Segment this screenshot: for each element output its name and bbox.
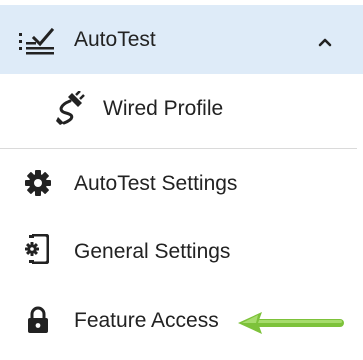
navigation-menu: AutoTest Wired Profile AutoTest Settings… — [0, 0, 363, 360]
menu-item-general-settings-label: General Settings — [74, 240, 231, 263]
menu-item-general-settings[interactable]: General Settings — [0, 216, 363, 286]
gear-icon — [25, 170, 51, 196]
menu-item-autotest-settings[interactable]: AutoTest Settings — [0, 150, 363, 220]
menu-item-wired-profile[interactable]: Wired Profile — [0, 74, 363, 144]
ethernet-cable-icon — [54, 90, 86, 125]
menu-item-wired-profile-label: Wired Profile — [103, 97, 224, 120]
lock-icon — [27, 306, 49, 334]
menu-item-autotest[interactable]: AutoTest — [0, 5, 363, 77]
menu-item-feature-access-label: Feature Access — [74, 309, 219, 332]
green-arrow-icon — [236, 310, 348, 336]
menu-item-autotest-label: AutoTest — [74, 28, 156, 51]
autotest-checklist-icon — [18, 27, 56, 57]
menu-item-autotest-settings-label: AutoTest Settings — [74, 172, 238, 195]
menu-item-feature-access[interactable]: Feature Access — [0, 286, 363, 358]
menu-divider — [0, 148, 357, 149]
chevron-up-icon[interactable] — [318, 35, 332, 47]
device-settings-icon — [25, 233, 50, 265]
